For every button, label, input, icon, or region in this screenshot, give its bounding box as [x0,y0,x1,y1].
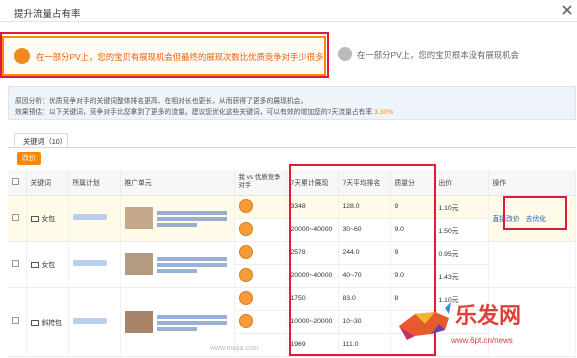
product-thumbnail [124,207,153,229]
analysis-estimate: 效果预估：以下关键词，竞争对手比您拿到了更多的流量。建议您优化这些关键词，可以有… [15,109,394,116]
row-checkbox[interactable] [12,317,19,324]
select-all-checkbox[interactable] [12,177,19,185]
estimate-value: 3.30% [374,109,394,116]
pc-icon [30,319,39,326]
tab-no-exposure-label: 在一部分PV上，您的宝贝根本没有展现机会 [357,50,519,60]
analysis-reason: 原因分析：优质竞争对手的关键词整体排名更高、在相对长也更长，从而获得了更多的展现… [15,98,308,105]
thumbs-up-icon [238,221,253,236]
face-icon [238,290,253,305]
watermark: 乐发网 www.6pt.cn/news [395,296,575,356]
alert-icon [14,48,30,64]
col-vs: 我 vs 优质竞争对手 [234,170,287,196]
tab-bar: 在一部分PV上，您的宝贝有展现机会但最终的展现次数比优质竞争对手少很多 在一部分… [0,30,577,78]
pc-icon [30,262,39,269]
thumbs-up-icon [238,313,253,328]
highlight-box-ops [503,196,567,230]
tab-has-exposure-label: 在一部分PV上，您的宝贝有展现机会但最终的展现次数比优质竞争对手少很多 [36,52,324,62]
col-unit: 推广单元 [120,170,235,196]
analysis-box: 原因分析：优质竞争对手的关键词整体排名更高、在相对长也更长，从而获得了更多的展现… [8,86,576,120]
dialog-title: 提升流量占有率 [14,9,81,20]
product-title[interactable] [156,209,227,227]
bull-logo-icon [399,302,451,340]
col-select [8,170,27,196]
plan-link[interactable] [72,214,107,220]
dialog-header: 提升流量占有率 [0,0,577,22]
tab-has-exposure[interactable]: 在一部分PV上，您的宝贝有展现机会但最终的展现次数比优质竞争对手少很多 [2,36,326,76]
col-plan: 所属计划 [68,170,121,196]
row-checkbox[interactable] [12,259,19,267]
plan-link[interactable] [72,260,107,266]
face-icon [238,244,253,259]
watermark-text: 乐发网 [455,303,522,329]
tab-keywords[interactable]: 关键词（10） [14,133,68,148]
face-icon [238,198,253,213]
watermark-url: www.6pt.cn/news [451,336,513,345]
col-bid: 出价 [434,170,489,196]
close-icon[interactable] [561,4,573,16]
edit-price-button[interactable]: 改价 [17,152,41,165]
info-icon [338,47,352,61]
thumbs-up-icon [238,267,253,282]
product-thumbnail [124,253,153,275]
pc-icon [30,216,39,223]
row-checkbox[interactable] [12,213,19,221]
divider [8,147,576,148]
product-title[interactable] [156,313,227,331]
col-ops: 操作 [488,170,576,196]
product-title[interactable] [156,255,227,273]
plan-link[interactable] [72,317,107,324]
col-keyword: 关键词 [26,170,69,196]
watermark-secondary: www.majia.com [210,345,259,352]
product-thumbnail [124,310,153,333]
